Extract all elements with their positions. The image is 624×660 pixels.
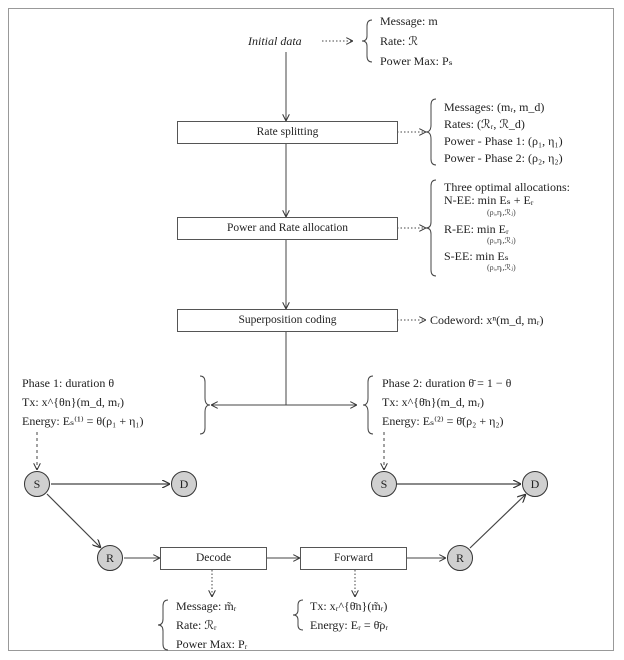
initial-power-max: Power Max: Pₛ bbox=[380, 54, 453, 68]
phase1-source-node: S bbox=[24, 471, 50, 497]
phase2-relay-node: R bbox=[447, 545, 473, 571]
phase2-source-node: S bbox=[371, 471, 397, 497]
initial-message: Message: m bbox=[380, 14, 438, 28]
allocation-r-ee: R-EE: min Eᵣ bbox=[444, 222, 509, 236]
phase1-tx: Tx: x^{θn}(m_d, mᵣ) bbox=[22, 395, 124, 409]
phase2-destination-node: D bbox=[522, 471, 548, 497]
split-messages: Messages: (mᵣ, m_d) bbox=[444, 100, 545, 114]
phase2-duration: Phase 2: duration θ̄ = 1 − θ bbox=[382, 376, 512, 390]
initial-rate: Rate: ℛ bbox=[380, 34, 418, 48]
forward-box: Forward bbox=[300, 547, 407, 570]
allocation-r-ee-sub: (ρᵢ,ηᵢ,ℛⱼ) bbox=[487, 236, 516, 245]
phase1-duration: Phase 1: duration θ bbox=[22, 376, 115, 390]
allocation-n-ee: N-EE: min Eₛ + Eᵣ bbox=[444, 193, 534, 207]
split-rates: Rates: (ℛᵣ, ℛ_d) bbox=[444, 117, 525, 131]
initial-data-label: Initial data bbox=[248, 34, 302, 48]
superposition-coding-box: Superposition coding bbox=[177, 309, 398, 332]
forward-energy: Energy: Eᵣ = θ̄ρᵣ bbox=[310, 618, 389, 632]
split-power-phase1: Power - Phase 1: (ρ₁, η₁) bbox=[444, 134, 563, 148]
phase2-tx: Tx: x^{θ̄n}(m_d, mᵣ) bbox=[382, 395, 484, 409]
power-rate-allocation-box: Power and Rate allocation bbox=[177, 217, 398, 240]
allocations-title: Three optimal allocations: bbox=[444, 180, 570, 194]
rate-splitting-box: Rate splitting bbox=[177, 121, 398, 144]
decode-power-max: Power Max: Pᵣ bbox=[176, 637, 248, 651]
allocation-s-ee: S-EE: min Eₛ bbox=[444, 249, 509, 263]
decode-message: Message: m̃ᵣ bbox=[176, 599, 237, 613]
decode-rate: Rate: ℛᵣ bbox=[176, 618, 217, 632]
allocation-n-ee-sub: (ρᵢ,ηᵢ,ℛⱼ) bbox=[487, 208, 516, 217]
phase1-energy: Energy: Eₛ⁽¹⁾ = θ(ρ₁ + η₁) bbox=[22, 414, 144, 428]
phase2-energy: Energy: Eₛ⁽²⁾ = θ̄(ρ₂ + η₂) bbox=[382, 414, 504, 428]
decode-box: Decode bbox=[160, 547, 267, 570]
phase1-destination-node: D bbox=[171, 471, 197, 497]
split-power-phase2: Power - Phase 2: (ρ₂, η₂) bbox=[444, 151, 563, 165]
forward-tx: Tx: xᵣ^{θ̄n}(m̃ᵣ) bbox=[310, 599, 388, 613]
codeword: Codeword: xⁿ(m_d, mᵣ) bbox=[430, 313, 544, 327]
allocation-s-ee-sub: (ρᵢ,ηᵢ,ℛⱼ) bbox=[487, 263, 516, 272]
phase1-relay-node: R bbox=[97, 545, 123, 571]
